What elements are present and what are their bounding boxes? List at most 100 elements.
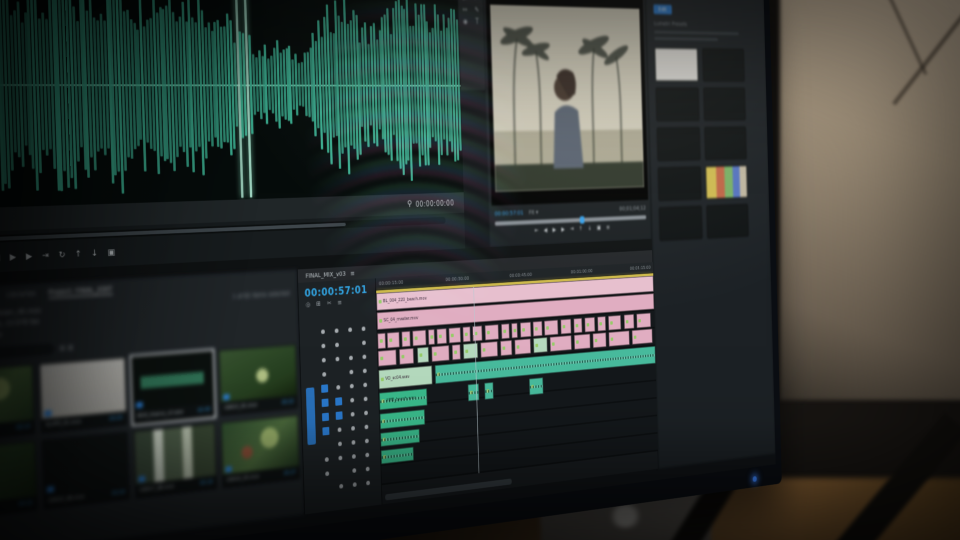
timeline-clip[interactable]	[378, 349, 397, 366]
loop-button[interactable]: ↻	[59, 251, 66, 260]
prog-go-to-in-button[interactable]: ⇤	[534, 228, 538, 234]
preset-swatch-dark[interactable]	[656, 88, 700, 122]
timeline-clip[interactable]	[574, 334, 590, 350]
project-clip-thumbnail[interactable]: C0015_06.mov00:09	[42, 431, 130, 509]
timeline-clip[interactable]	[401, 331, 410, 347]
track-toggle[interactable]	[321, 344, 325, 349]
prog-settings-button[interactable]: ≡	[606, 225, 610, 231]
timeline-clip[interactable]	[437, 328, 447, 344]
play-button[interactable]: ▶	[10, 253, 17, 262]
track-toggle[interactable]	[349, 370, 353, 375]
timeline-clip[interactable]	[500, 340, 512, 356]
prog-lift-button[interactable]: ↑	[579, 226, 583, 232]
timeline-clip[interactable]	[381, 447, 414, 465]
linked-selection-icon[interactable]: ⊞	[316, 301, 321, 308]
track-toggle[interactable]	[366, 481, 370, 486]
preset-swatch-dark[interactable]	[702, 48, 744, 81]
go-to-out-button[interactable]: ⇥	[42, 252, 49, 261]
track-toggle[interactable]	[350, 398, 354, 403]
preset-swatch-colorbars[interactable]	[705, 165, 747, 199]
project-clip-thumbnail[interactable]: C0013_01.mov00:22	[218, 344, 298, 416]
timeline-clip[interactable]	[520, 322, 531, 338]
track-toggle[interactable]	[363, 383, 367, 388]
preset-swatch-dark[interactable]	[704, 126, 746, 160]
track-toggle[interactable]	[325, 471, 329, 476]
track-toggle[interactable]	[349, 356, 353, 361]
timeline-clip[interactable]	[636, 313, 650, 329]
timeline-clip[interactable]	[632, 329, 653, 345]
track-toggle[interactable]	[348, 327, 352, 332]
project-tab[interactable]: Libraries	[6, 289, 36, 301]
track-toggle[interactable]	[338, 427, 342, 432]
timeline-clip[interactable]	[550, 335, 572, 352]
timeline-clip[interactable]	[485, 324, 500, 340]
timeline-clip[interactable]	[584, 317, 595, 333]
timeline-clip[interactable]	[452, 344, 461, 360]
track-toggle-active[interactable]	[336, 411, 343, 420]
effect-slider[interactable]	[654, 31, 739, 35]
timeline-clip[interactable]	[481, 341, 498, 358]
timeline-clip[interactable]	[380, 409, 425, 429]
insert-button[interactable]: ↑	[75, 250, 82, 259]
track-toggle[interactable]	[365, 439, 369, 444]
prog-play-button[interactable]: ▶	[552, 227, 556, 233]
timeline-clip[interactable]	[428, 329, 435, 345]
timeline-clip[interactable]	[399, 348, 414, 365]
project-clip-thumbnail[interactable]: MUS_theme_v2.wav02:45	[131, 350, 215, 424]
slip-tool-icon[interactable]: ↔	[461, 6, 469, 13]
timeline-clip[interactable]	[417, 347, 429, 363]
step-forward-button[interactable]: ▶	[26, 252, 33, 261]
timeline-clip[interactable]	[377, 333, 385, 349]
preset-swatch-white[interactable]	[655, 48, 699, 82]
track-toggle-active[interactable]	[335, 397, 342, 406]
ripple-edit-tool-icon[interactable]: ⇄	[461, 0, 469, 2]
timeline-clip[interactable]	[544, 320, 558, 336]
timeline-clip[interactable]	[529, 377, 543, 395]
track-toggle[interactable]	[336, 385, 340, 390]
track-toggle[interactable]	[335, 357, 339, 362]
track-toggle[interactable]	[338, 456, 342, 461]
prog-go-to-out-button[interactable]: ⇥	[570, 226, 574, 232]
edit-chip-button[interactable]: Edit	[653, 4, 671, 14]
overwrite-button[interactable]: ↓	[91, 249, 98, 258]
timeline-clip[interactable]	[463, 326, 471, 342]
track-toggle-active[interactable]	[321, 384, 328, 393]
track-toggle[interactable]	[322, 372, 326, 377]
hand-tool-icon[interactable]: ◉	[461, 18, 469, 25]
timeline-clip[interactable]	[608, 330, 629, 346]
track-toggle[interactable]	[364, 397, 368, 402]
track-toggle[interactable]	[325, 457, 329, 462]
track-toggle[interactable]	[339, 484, 343, 489]
track-toggle[interactable]	[353, 482, 357, 487]
track-toggle[interactable]	[338, 441, 342, 446]
fit-dropdown[interactable]: Fit ▾	[529, 209, 538, 216]
project-tab[interactable]: Project: FINAL_EDIT	[48, 284, 113, 298]
razor-tool-icon[interactable]: ✂	[473, 0, 481, 2]
timeline-clip[interactable]: VO_sc04.wav	[378, 365, 432, 389]
effect-slider[interactable]	[654, 37, 718, 41]
track-toggle[interactable]	[321, 329, 325, 334]
timeline-clip[interactable]	[514, 338, 531, 354]
track-toggle-active[interactable]	[322, 413, 329, 422]
track-toggle[interactable]	[366, 467, 370, 472]
prog-export-frame-button[interactable]: ▣	[597, 225, 601, 231]
timeline-clip[interactable]	[534, 337, 548, 353]
project-clip-thumbnail[interactable]: C0012_04.mov00:14	[0, 364, 35, 442]
snap-icon[interactable]: ◎	[306, 302, 311, 309]
preset-swatch-dark[interactable]	[657, 127, 701, 161]
timeline-clip[interactable]	[448, 327, 461, 343]
track-toggle-active[interactable]	[322, 398, 329, 407]
timeline-clip[interactable]	[560, 319, 571, 335]
track-toggle[interactable]	[335, 328, 339, 333]
track-toggle[interactable]	[351, 412, 355, 417]
track-toggle[interactable]	[322, 358, 326, 363]
timeline-clip[interactable]	[598, 316, 606, 331]
track-toggle[interactable]	[364, 411, 368, 416]
timeline-clip[interactable]	[467, 383, 479, 401]
track-toggle[interactable]	[352, 468, 356, 473]
timeline-menu-icon[interactable]: ≡	[337, 300, 342, 306]
track-toggle[interactable]	[365, 425, 369, 430]
track-toggle[interactable]	[365, 453, 369, 458]
timeline-clip[interactable]	[412, 330, 426, 347]
source-patch-highlight[interactable]	[306, 387, 316, 445]
